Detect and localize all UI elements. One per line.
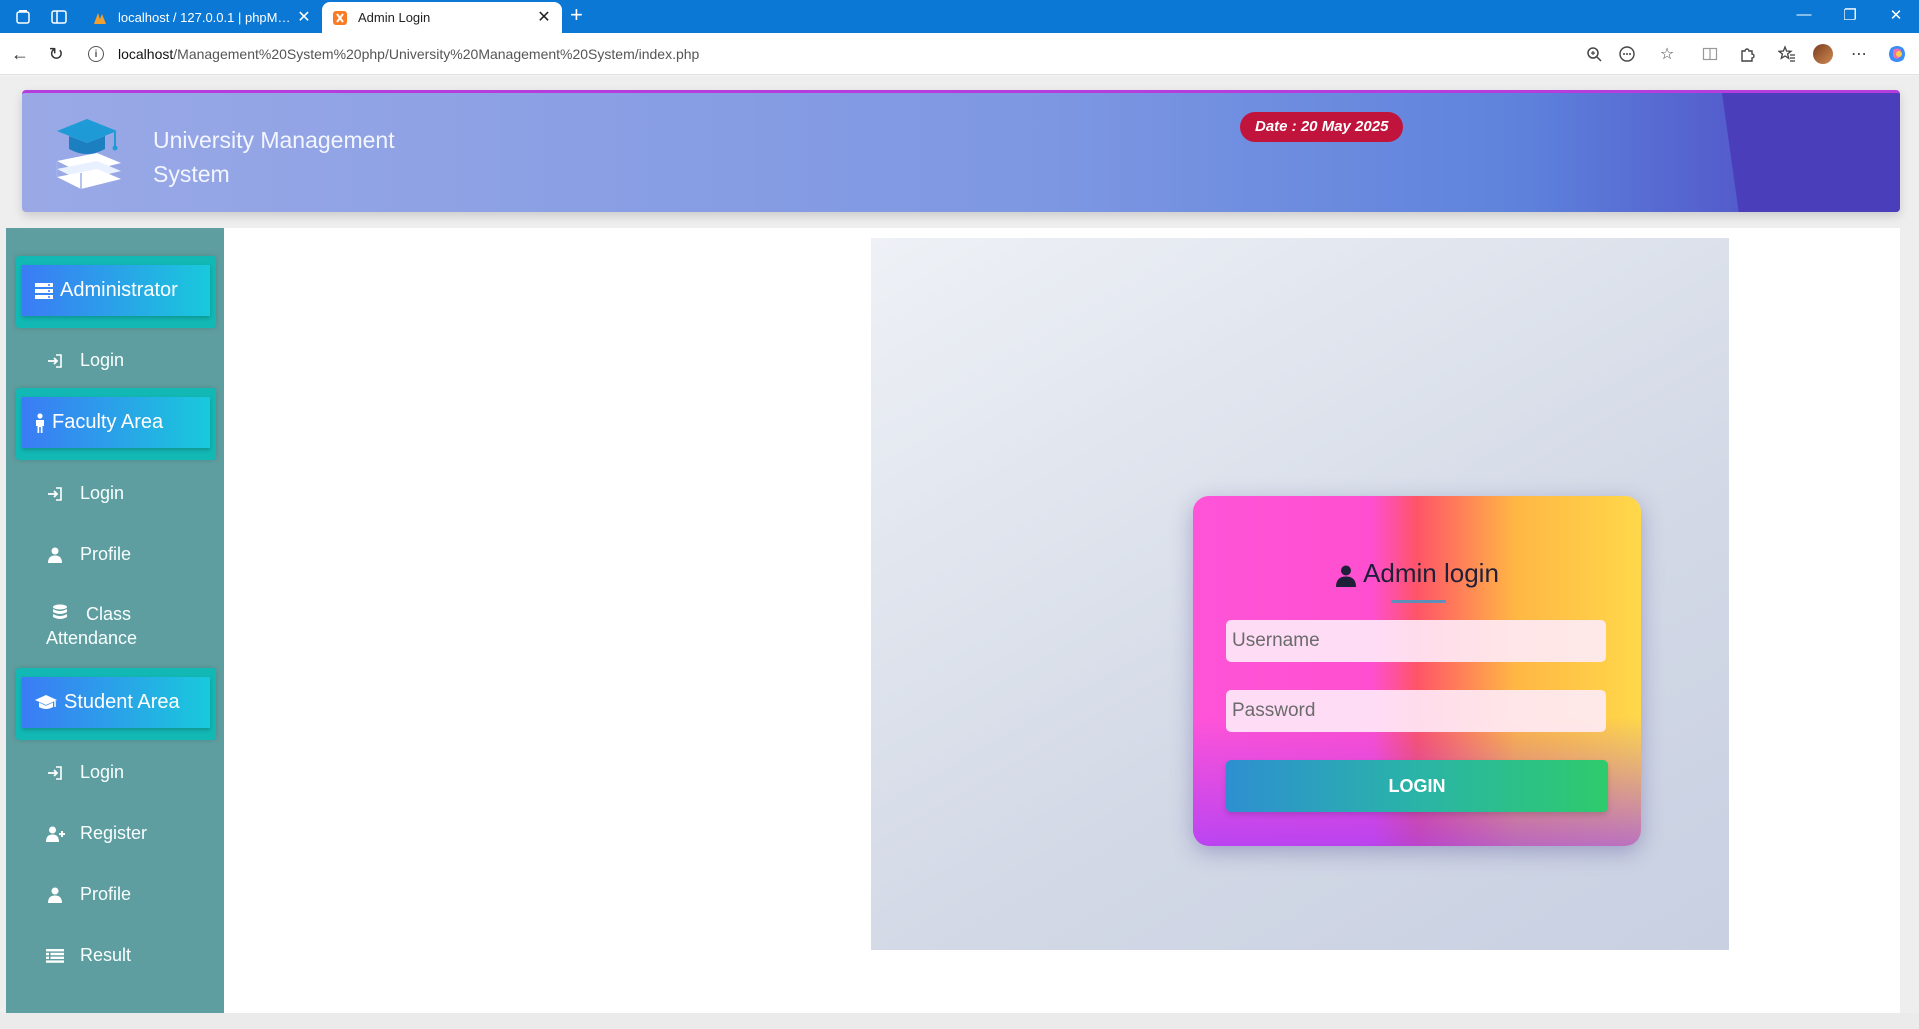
administrator-header[interactable]: Administrator (22, 265, 210, 316)
sidebar-item-label: Profile (80, 884, 132, 904)
url-path: /Management%20System%20php/University%20… (173, 46, 700, 62)
student-area-header[interactable]: Student Area (22, 677, 210, 728)
student-area-label: Student Area (64, 691, 180, 713)
login-title: Admin login (1193, 558, 1641, 589)
sign-in-icon (46, 485, 64, 503)
split-screen-icon[interactable] (1700, 44, 1720, 64)
copilot-icon[interactable] (1887, 44, 1907, 64)
sidebar-item-label: Register (80, 823, 148, 843)
url-host: localhost (118, 46, 174, 62)
site-header: University Management System Date : 20 M… (22, 90, 1900, 212)
address-bar-row: ← ↻ i localhost/Management%20System%20ph… (0, 33, 1919, 75)
site-title: University Management System (153, 127, 395, 187)
male-person-icon (34, 412, 46, 433)
sidebar-item-label: Login (80, 483, 125, 503)
user-icon (1335, 563, 1357, 587)
sidebar-item-student-result[interactable]: Result (46, 945, 131, 966)
url-field[interactable]: i localhost/Management%20System%20php/Un… (80, 38, 1590, 70)
login-background-panel: Admin login LOGIN (871, 238, 1729, 950)
browser-tab-bar: localhost / 127.0.0.1 | phpMyAdmin ✕ Adm… (0, 0, 1919, 33)
back-icon[interactable]: ← (8, 42, 32, 66)
login-title-text: Admin login (1363, 558, 1499, 588)
workspaces-icon[interactable] (14, 8, 32, 26)
administrator-label: Administrator (60, 279, 178, 301)
sidebar-item-faculty-login[interactable]: Login (46, 483, 124, 504)
password-input[interactable] (1226, 690, 1606, 732)
faculty-area-header[interactable]: Faculty Area (22, 397, 210, 448)
sidebar-item-label: Login (80, 762, 125, 782)
tab-title: Admin Login (358, 10, 431, 25)
date-badge: Date : 20 May 2025 (1240, 112, 1404, 142)
admin-login-card: Admin login LOGIN (1193, 496, 1641, 846)
sidebar-category-faculty[interactable]: Faculty Area (16, 388, 216, 460)
more-menu-icon[interactable]: ⋯ (1849, 44, 1869, 64)
server-icon (34, 281, 54, 301)
favorites-icon[interactable] (1777, 44, 1797, 64)
sign-in-icon (46, 764, 64, 782)
sidebar-item-label: Result (80, 945, 132, 965)
login-button[interactable]: LOGIN (1226, 760, 1608, 812)
main-content: Admin login LOGIN (224, 228, 1900, 1013)
profile-avatar-icon[interactable] (1813, 44, 1833, 64)
sidebar-category-administrator[interactable]: Administrator (16, 256, 216, 328)
sidebar-item-label: Login (80, 350, 125, 370)
graduation-books-logo-icon (47, 113, 127, 191)
tab-title: localhost / 127.0.0.1 | phpMyAdmin (118, 10, 296, 25)
vertical-tabs-icon[interactable] (50, 8, 68, 26)
graduation-cap-icon (34, 693, 58, 713)
page-body: University Management System Date : 20 M… (0, 76, 1919, 1029)
tab-admin-login[interactable]: Admin Login ✕ (322, 2, 562, 33)
user-plus-icon (46, 825, 66, 843)
xampp-favicon-icon (332, 10, 348, 26)
sidebar-item-faculty-profile[interactable]: Profile (46, 544, 131, 565)
user-icon (46, 546, 64, 564)
close-window-icon[interactable]: ✕ (1876, 6, 1916, 24)
site-info-icon[interactable]: i (88, 46, 104, 62)
close-tab-icon[interactable]: ✕ (536, 9, 552, 26)
zoom-icon[interactable] (1584, 44, 1604, 64)
restore-icon[interactable]: ❐ (1830, 6, 1870, 24)
refresh-icon[interactable]: ↻ (44, 42, 68, 66)
new-tab-icon[interactable]: + (570, 4, 583, 26)
tab-phpmyadmin[interactable]: localhost / 127.0.0.1 | phpMyAdmin ✕ (82, 2, 322, 33)
minimize-icon[interactable]: — (1784, 6, 1824, 23)
sidebar-item-student-register[interactable]: Register (46, 823, 147, 844)
phpmyadmin-favicon-icon (92, 10, 108, 26)
sidebar-category-student[interactable]: Student Area (16, 668, 216, 740)
reading-view-icon[interactable] (1617, 44, 1637, 64)
sidebar-item-label: Profile (80, 544, 132, 564)
sidebar-item-admin-login[interactable]: Login (46, 350, 124, 371)
title-underline (1391, 600, 1446, 603)
list-icon (46, 947, 64, 965)
favorite-star-icon[interactable]: ☆ (1657, 44, 1677, 64)
extensions-icon[interactable] (1737, 44, 1757, 64)
page-footer-strip (0, 1013, 1919, 1029)
sidebar-item-student-profile[interactable]: Profile (46, 884, 131, 905)
sidebar-item-student-login[interactable]: Login (46, 762, 124, 783)
sidebar-item-class-attendance[interactable]: Class Attendance (46, 602, 196, 650)
faculty-area-label: Faculty Area (52, 411, 164, 433)
header-accent-shape (1722, 93, 1900, 212)
user-icon (46, 886, 64, 904)
sign-in-icon (46, 352, 64, 370)
sidebar: Administrator Login Faculty Area Login P… (6, 228, 224, 1013)
close-tab-icon[interactable]: ✕ (296, 9, 312, 26)
database-icon (52, 604, 70, 622)
username-input[interactable] (1226, 620, 1606, 662)
